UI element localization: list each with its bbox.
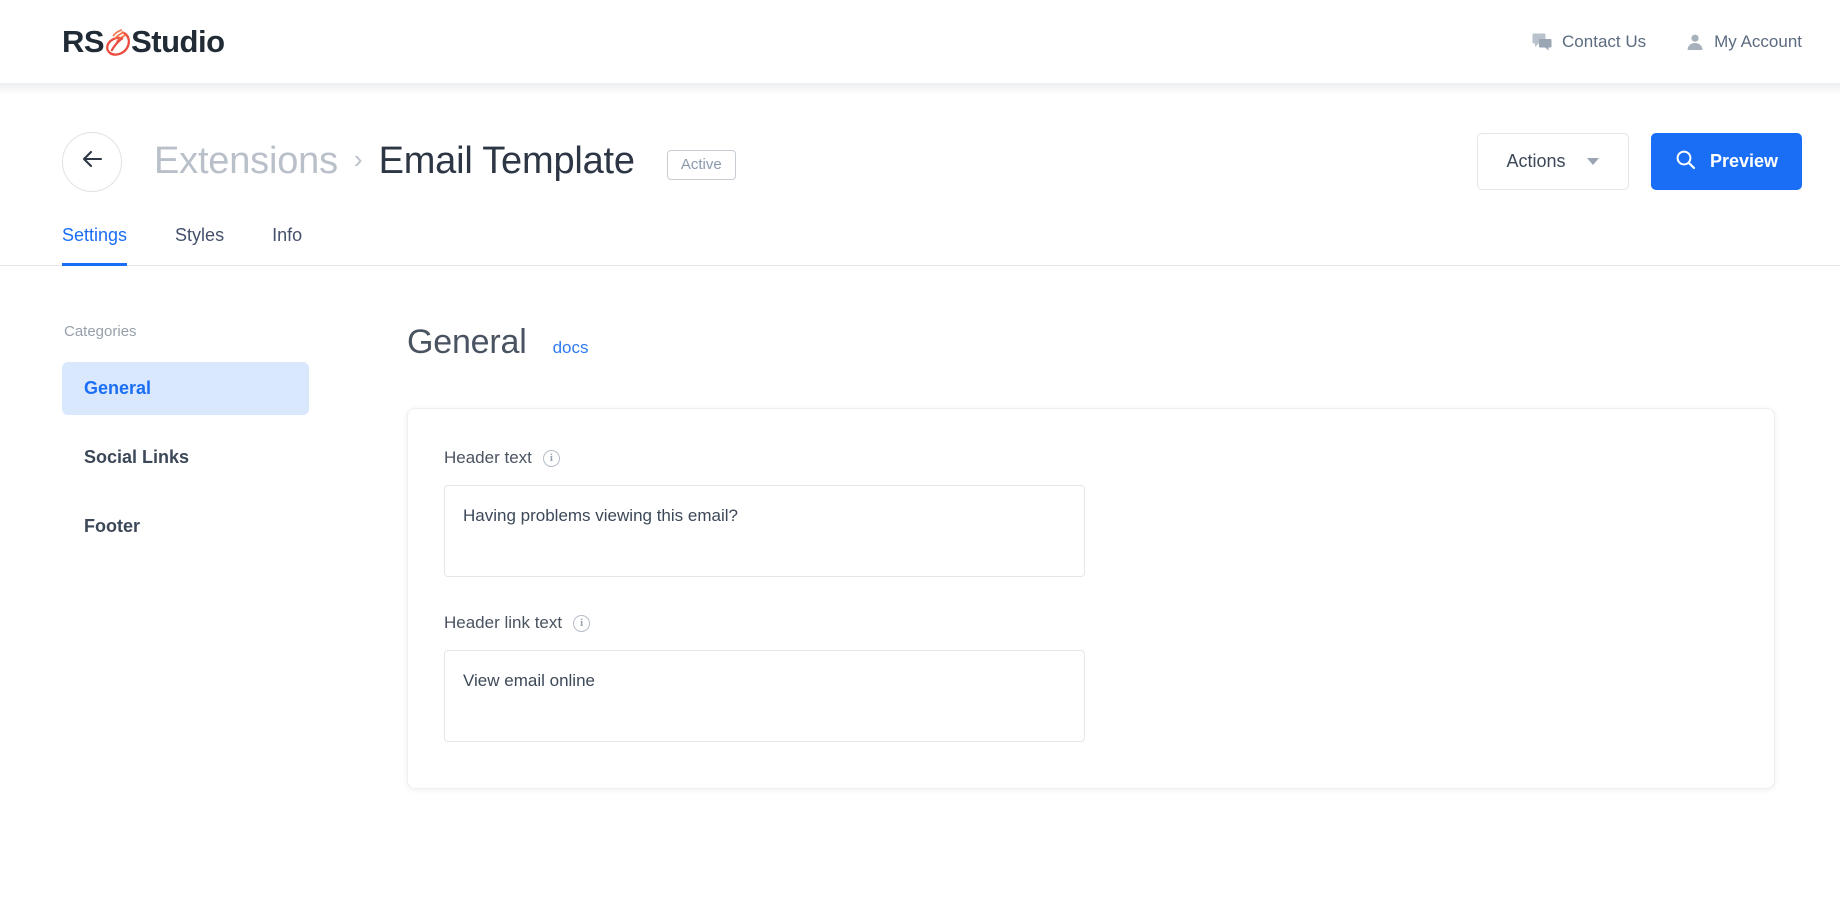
my-account-label: My Account xyxy=(1714,31,1802,51)
info-circle-icon[interactable]: i xyxy=(573,614,591,632)
docs-link[interactable]: docs xyxy=(553,338,589,358)
header-link-text-label: Header link text xyxy=(444,613,563,632)
breadcrumb-parent-link[interactable]: Extensions xyxy=(154,140,338,183)
top-navigation-links: Contact Us My Account xyxy=(1532,32,1802,52)
header-text-label-row: Header text i xyxy=(444,448,1738,468)
my-account-link[interactable]: My Account xyxy=(1686,32,1802,52)
top-navigation-bar: RS Studio Contact Us My Account xyxy=(0,0,1840,83)
chevron-down-icon xyxy=(1587,158,1600,165)
arrow-left-icon xyxy=(80,149,104,174)
logo-text-rs: RS xyxy=(62,24,105,59)
section-title: General xyxy=(407,323,527,361)
preview-button-label: Preview xyxy=(1709,151,1778,171)
header-text-input[interactable] xyxy=(444,485,1085,577)
sidebar-item-general[interactable]: General xyxy=(62,362,309,415)
page-content: Categories General Social Links Footer G… xyxy=(0,266,1840,789)
actions-dropdown-button[interactable]: Actions xyxy=(1476,133,1629,190)
user-account-icon xyxy=(1686,33,1704,51)
field-header-text: Header text i xyxy=(444,448,1738,577)
settings-card: Header text i Header link text i xyxy=(407,408,1775,789)
status-badge: Active xyxy=(666,149,736,180)
tab-styles[interactable]: Styles xyxy=(175,225,224,266)
header-link-text-input[interactable] xyxy=(444,650,1085,742)
categories-sidebar: Categories General Social Links Footer xyxy=(62,323,309,789)
breadcrumb-separator: › xyxy=(353,144,363,174)
breadcrumb: Extensions › Email Template Active xyxy=(62,131,736,192)
tab-bar: Settings Styles Info xyxy=(0,204,1840,266)
contact-us-link[interactable]: Contact Us xyxy=(1532,32,1646,52)
header-link-text-label-row: Header link text i xyxy=(444,613,1738,633)
page-header-actions: Actions Preview xyxy=(1476,133,1802,190)
logo-text-studio: Studio xyxy=(131,24,225,59)
contact-us-label: Contact Us xyxy=(1562,31,1647,51)
info-circle-icon[interactable]: i xyxy=(542,449,560,467)
preview-button[interactable]: Preview xyxy=(1650,133,1802,190)
rs-swoosh-logo-icon xyxy=(102,26,132,60)
header-text-label: Header text xyxy=(444,448,532,467)
section-header: General docs xyxy=(407,323,1775,362)
settings-panel: General docs Header text i Header link t… xyxy=(309,323,1840,789)
categories-heading: Categories xyxy=(64,323,137,340)
brand-logo[interactable]: RS Studio xyxy=(62,25,225,59)
page-header: Extensions › Email Template Active Actio… xyxy=(0,83,1840,204)
chat-bubble-icon xyxy=(1532,33,1552,51)
page-title: Email Template xyxy=(378,140,635,182)
back-button[interactable] xyxy=(62,131,122,192)
sidebar-item-social-links[interactable]: Social Links xyxy=(62,431,309,484)
tab-settings[interactable]: Settings xyxy=(62,225,128,266)
field-header-link-text: Header link text i xyxy=(444,613,1738,742)
sidebar-item-footer[interactable]: Footer xyxy=(62,500,309,553)
search-icon xyxy=(1675,149,1696,175)
tab-info[interactable]: Info xyxy=(272,225,302,266)
actions-button-label: Actions xyxy=(1506,151,1566,171)
header-shadow-divider xyxy=(0,83,1840,94)
